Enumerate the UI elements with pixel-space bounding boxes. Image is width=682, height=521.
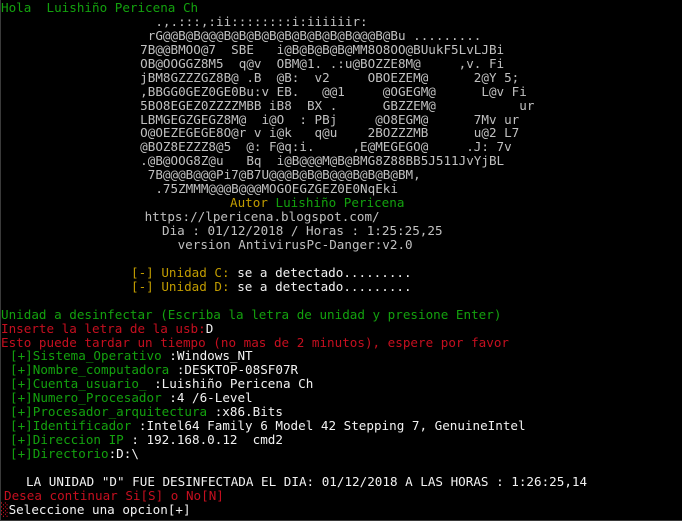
info-key: Direccion IP: [32, 432, 124, 448]
console-window: Hola Luishiño Pericena Ch .,.:::,:ii::::…: [0, 0, 682, 521]
info-row: [+]Directorio:D:\: [1, 447, 682, 461]
input-label: Inserte la letra de la usb:: [1, 320, 206, 336]
info-tag: [+]: [10, 348, 33, 364]
instruction-line: Unidad a desinfectar (Escriba la letra d…: [1, 306, 682, 322]
date-text: Dia : 01/12/2018 / Horas : 1:25:25,25: [162, 223, 443, 238]
info-row: [+]Nombre_computadora :DESKTOP-08SF07R: [1, 363, 682, 377]
info-key: Sistema_Operativo: [32, 348, 162, 364]
info-tag: [+]: [10, 404, 33, 420]
info-row: [+]Sistema_Operativo :Windows_NT: [1, 349, 682, 363]
drive-letter-input[interactable]: D: [206, 321, 214, 336]
ascii-art-line: .@B@OOG8Z@u Bq i@B@@@M@B@BMG8Z88BB5J511J…: [125, 153, 505, 169]
url-text: https://lpericena.blogspot.com/: [137, 209, 388, 225]
info-key: Cuenta_usuario_: [32, 376, 147, 392]
ascii-art-line: .75ZMMM@@@B@@@MOGOEGZGEZ0E0NqEki: [125, 181, 398, 197]
ascii-art-line: @BOZ8EZZZ8@5 @: F@q:i. ,E@MEGEGO@ .J: 7v: [125, 139, 512, 155]
info-row: [+]Cuenta_usuario_ :Luishiño Pericena Ch: [1, 377, 682, 391]
ascii-art-line: .,.:::,:ii::::::::i:iiiiiir:: [125, 13, 368, 29]
continue-prompt-text: Desea continuar Si[S] o No[N]: [4, 487, 224, 503]
author-label: Autor: [230, 195, 268, 211]
result-message: LA UNIDAD "D" FUE DESINFECTADA EL DIA: 0…: [26, 473, 588, 489]
drive-status: se a detectado.........: [237, 264, 412, 280]
info-tag: [+]: [10, 432, 33, 448]
url-line: https://lpericena.blogspot.com/: [1, 210, 682, 224]
info-row: [+]Direccion IP : 192.168.0.12 cmd2: [1, 433, 682, 447]
info-value: :Intel64 Family 6 Model 42 Stepping 7, G…: [131, 418, 526, 434]
author-name: Luishiño Pericena: [275, 195, 405, 211]
info-tag: [+]: [10, 446, 33, 461]
info-tag: [+]: [10, 362, 33, 378]
info-key: Directorio: [32, 446, 109, 461]
info-tag: [+]: [10, 390, 33, 406]
info-tag: [+]: [10, 418, 33, 434]
wait-notice-text: Esto puede tardar un tiempo (no mas de 2…: [1, 334, 509, 350]
ascii-art-line: LBMGEGZGEGZ8M@ i@O : PBj @O8EGM@ 7Mv ur: [125, 111, 520, 127]
info-key: Numero_Procesador: [32, 390, 162, 406]
wait-notice-line: Esto puede tardar un tiempo (no mas de 2…: [1, 334, 682, 350]
author-line: Autor Luishiño Pericena: [1, 196, 682, 210]
greeting-line: Hola Luishiño Pericena Ch: [1, 1, 682, 15]
drive-bracket: [-]: [131, 264, 154, 280]
drive-status: se a detectado.........: [237, 278, 412, 294]
ascii-art-line: 7B@@@B@@@Pi7@B7U@@@B@B@B@@@B@B@B@BM,: [125, 167, 421, 183]
drive-label: Unidad C:: [161, 264, 230, 280]
ascii-art-line: 7B@@BMOO@7 SBE i@B@B@B@B@MM8O8OO@BUukF5L…: [125, 41, 505, 57]
info-value: :x86.Bits: [207, 404, 283, 420]
input-line[interactable]: Inserte la letra de la usb:D: [1, 320, 682, 336]
drive-label: Unidad D:: [161, 278, 230, 294]
select-prompt-line[interactable]: ░Seleccione una opcion[+]: [1, 501, 682, 517]
ascii-art-line: rG@@B@B@@@B@B@B@B@B@B@B@B@B@@@B@Bu .....…: [125, 27, 482, 43]
drive-row: [-] Unidad D: se a detectado.........: [1, 278, 682, 294]
ascii-art-line: OB@OOGGZ8M5 q@v OBM@1. .:u@BOZZE8M@ ,v. …: [125, 55, 505, 71]
select-prompt-marker: ░: [1, 501, 9, 517]
info-value: :D:\: [108, 446, 139, 461]
greeting-text: Hola Luishiño Pericena Ch: [1, 0, 199, 15]
result-line: LA UNIDAD "D" FUE DESINFECTADA EL DIA: 0…: [1, 473, 682, 489]
info-value: :Luishiño Pericena Ch: [146, 376, 314, 392]
info-key: Identificador: [32, 418, 132, 434]
info-key: Nombre_computadora: [32, 362, 170, 378]
date-line: Dia : 01/12/2018 / Horas : 1:25:25,25: [1, 224, 682, 238]
continue-prompt-line: Desea continuar Si[S] o No[N]: [1, 487, 682, 503]
info-value: : 192.168.0.12 cmd2: [123, 432, 283, 448]
ascii-art-line: jBM8GZZZGZ8B@ .B @B: v2 OBOEZEM@ 2@Y 5;: [125, 69, 520, 85]
info-value: :Windows_NT: [161, 348, 253, 364]
cursor-line[interactable]: [1, 517, 682, 520]
ascii-art-line: ,BBGG0GEZ0GE0Bu:v EB. @@1 @OGEGM@ L@v Fi: [125, 83, 527, 99]
version-line: version AntivirusPc-Danger:v2.0: [1, 236, 682, 252]
info-key: Procesador_arquitectura: [32, 404, 208, 420]
info-tag: [+]: [10, 376, 33, 392]
info-row: [+]Procesador_arquitectura :x86.Bits: [1, 405, 682, 419]
instruction-text: Unidad a desinfectar (Escriba la letra d…: [1, 306, 502, 322]
info-row: [+]Identificador :Intel64 Family 6 Model…: [1, 419, 682, 433]
ascii-art-line: 5BO8EGEZ0ZZZZMBB iB8 BX . GBZZEM@ ur: [125, 97, 535, 113]
drive-bracket: [-]: [131, 278, 154, 294]
drive-row: [-] Unidad C: se a detectado.........: [1, 264, 682, 280]
info-row: [+]Numero_Procesador :4 /6-Level: [1, 391, 682, 405]
select-prompt-text: Seleccione una opcion[+]: [8, 501, 191, 517]
info-value: :DESKTOP-08SF07R: [169, 362, 299, 378]
ascii-art-line: O@OEZEGEGE8O@r v i@k q@u 2BOZZZMB u@2 L7: [125, 125, 520, 141]
info-value: :4 /6-Level: [161, 390, 253, 406]
version-text: version AntivirusPc-Danger:v2.0: [170, 236, 413, 252]
